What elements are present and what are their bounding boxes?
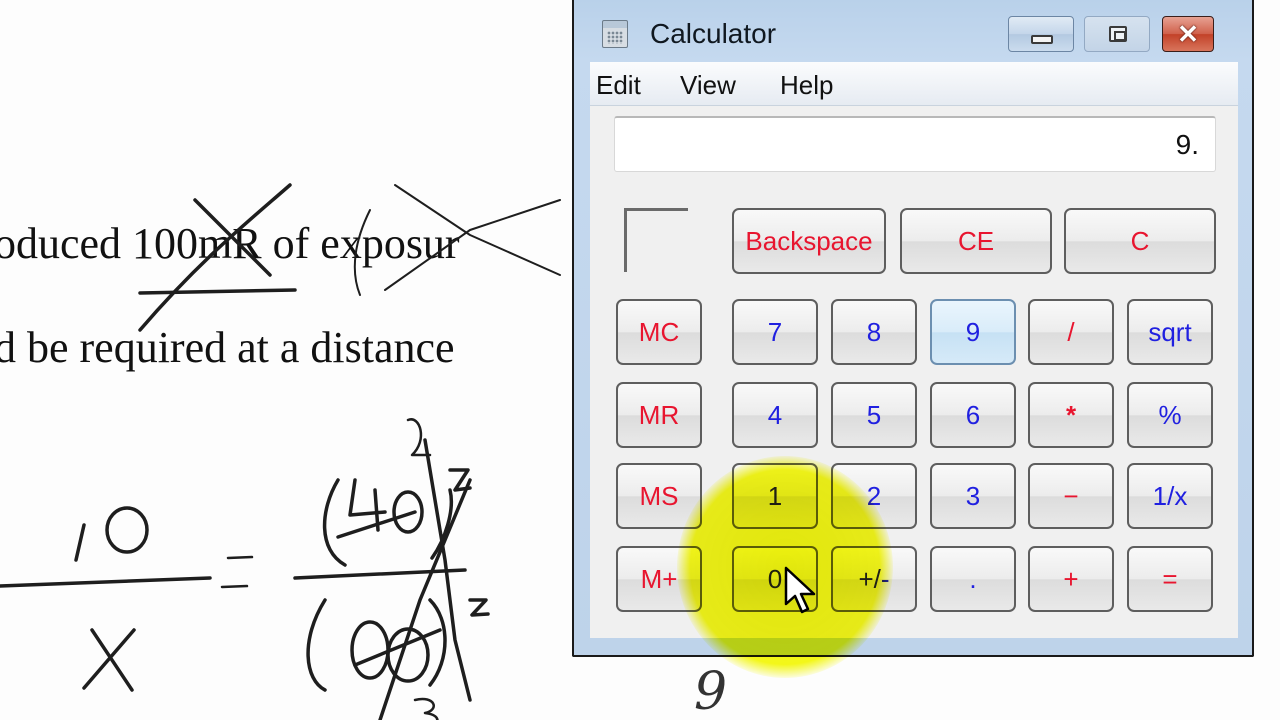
calculator-body: Edit View Help 9. Backspace CE C MC 7 8 … xyxy=(590,62,1238,638)
divide-button[interactable]: / xyxy=(1028,299,1114,365)
key-0[interactable]: 0 xyxy=(732,546,818,612)
handwritten-result: 9 xyxy=(694,662,728,720)
window-title: Calculator xyxy=(650,18,777,49)
key-7[interactable]: 7 xyxy=(732,299,818,365)
backspace-button[interactable]: Backspace xyxy=(732,208,886,274)
c-button[interactable]: C xyxy=(1064,208,1216,274)
calculator-window: Calculator ✕ Edit View Help 9. Backspace… xyxy=(572,0,1254,657)
memory-indicator xyxy=(624,208,688,272)
decimal-button[interactable]: . xyxy=(930,546,1016,612)
add-button[interactable]: + xyxy=(1028,546,1114,612)
percent-button[interactable]: % xyxy=(1127,382,1213,448)
close-button[interactable]: ✕ xyxy=(1162,16,1214,52)
minimize-icon xyxy=(1031,35,1053,44)
negate-button[interactable]: +/- xyxy=(831,546,917,612)
reciprocal-button[interactable]: 1/x xyxy=(1127,463,1213,529)
mc-button[interactable]: MC xyxy=(616,299,702,365)
calculator-display: 9. xyxy=(614,116,1216,172)
ce-button[interactable]: CE xyxy=(900,208,1052,274)
sqrt-button[interactable]: sqrt xyxy=(1127,299,1213,365)
key-3[interactable]: 3 xyxy=(930,463,1016,529)
menu-edit[interactable]: Edit xyxy=(596,70,641,101)
title-bar[interactable]: Calculator ✕ xyxy=(574,0,1252,62)
close-icon: ✕ xyxy=(1177,19,1199,49)
key-2[interactable]: 2 xyxy=(831,463,917,529)
document-text-line-1: oduced 100mR of exposur xyxy=(0,219,460,268)
display-value: 9. xyxy=(1175,129,1199,160)
menu-view[interactable]: View xyxy=(680,70,736,101)
key-1[interactable]: 1 xyxy=(732,463,818,529)
document-text-line-2: d be required at a distance xyxy=(0,323,455,372)
maximize-icon xyxy=(1109,26,1127,42)
maximize-button[interactable] xyxy=(1084,16,1150,52)
key-6[interactable]: 6 xyxy=(930,382,1016,448)
key-9[interactable]: 9 xyxy=(930,299,1016,365)
mr-button[interactable]: MR xyxy=(616,382,702,448)
key-8[interactable]: 8 xyxy=(831,299,917,365)
menu-help[interactable]: Help xyxy=(780,70,833,101)
key-4[interactable]: 4 xyxy=(732,382,818,448)
m-plus-button[interactable]: M+ xyxy=(616,546,702,612)
key-5[interactable]: 5 xyxy=(831,382,917,448)
calculator-icon xyxy=(602,20,628,48)
background-document: oduced 100mR of exposur d be required at… xyxy=(0,0,580,720)
subtract-button[interactable]: − xyxy=(1028,463,1114,529)
ms-button[interactable]: MS xyxy=(616,463,702,529)
minimize-button[interactable] xyxy=(1008,16,1074,52)
multiply-button[interactable]: * xyxy=(1028,382,1114,448)
menu-bar: Edit View Help xyxy=(590,62,1238,106)
equals-button[interactable]: = xyxy=(1127,546,1213,612)
